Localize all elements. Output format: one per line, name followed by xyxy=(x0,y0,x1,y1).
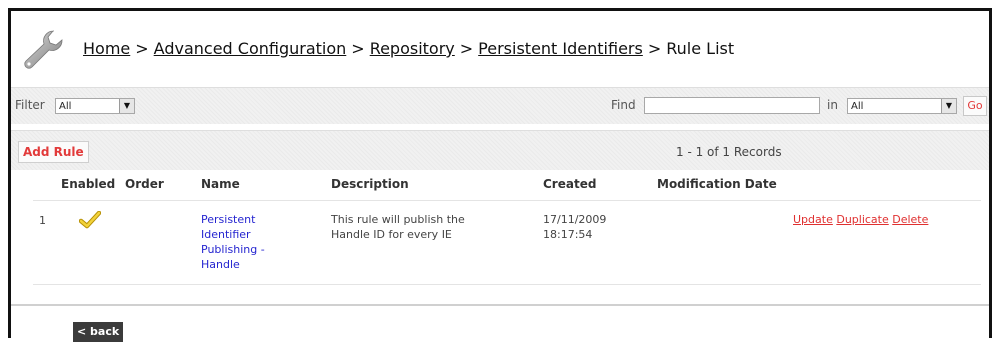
row-actions: Update Duplicate Delete xyxy=(793,212,928,227)
breadcrumb-home[interactable]: Home xyxy=(83,39,130,58)
action-bar: Add Rule 1 - 1 of 1 Records xyxy=(11,130,989,170)
checkmark-icon xyxy=(79,211,101,229)
in-label: in xyxy=(827,98,838,112)
delete-link[interactable]: Delete xyxy=(892,213,928,226)
breadcrumb-current: Rule List xyxy=(666,39,735,58)
filter-bar: Filter All ▼ Find in All ▼ Go xyxy=(11,87,989,124)
rule-description: This rule will publish the Handle ID for… xyxy=(331,212,531,242)
description-line: This rule will publish the xyxy=(331,213,465,226)
in-select[interactable]: All ▼ xyxy=(847,98,957,114)
rule-name-line: Publishing - xyxy=(201,243,265,256)
find-label: Find xyxy=(611,98,636,112)
breadcrumb-separator: > xyxy=(351,39,365,58)
breadcrumb: Home > Advanced Configuration > Repository > P… xyxy=(83,39,734,58)
header-modification-date: Modification Date xyxy=(657,177,777,191)
wrench-icon xyxy=(24,30,63,69)
chevron-down-icon: ▼ xyxy=(941,99,956,113)
description-line: Handle ID for every IE xyxy=(331,228,452,241)
row-divider xyxy=(33,284,981,285)
breadcrumb-advanced-configuration[interactable]: Advanced Configuration xyxy=(154,39,347,58)
header-enabled: Enabled xyxy=(61,177,116,191)
page-header: Home > Advanced Configuration > Repository > P… xyxy=(21,27,981,71)
breadcrumb-repository[interactable]: Repository xyxy=(370,39,455,58)
rule-name-line: Handle xyxy=(201,258,240,271)
header-created: Created xyxy=(543,177,597,191)
chevron-down-icon: ▼ xyxy=(119,99,134,113)
in-select-value: All xyxy=(851,101,864,112)
header-name: Name xyxy=(201,177,240,191)
rule-name-link[interactable]: Persistent Identifier Publishing - Handl… xyxy=(201,212,311,272)
filter-select-value: All xyxy=(59,101,72,112)
add-rule-button[interactable]: Add Rule xyxy=(18,141,89,163)
breadcrumb-separator: > xyxy=(647,39,662,58)
section-divider xyxy=(11,304,989,306)
go-button[interactable]: Go xyxy=(963,96,987,116)
records-count: 1 - 1 of 1 Records xyxy=(676,145,782,159)
back-button[interactable]: < back xyxy=(73,322,124,342)
header-description: Description xyxy=(331,177,409,191)
find-input[interactable] xyxy=(644,97,820,114)
main-frame: Home > Advanced Configuration > Repository > P… xyxy=(8,8,992,342)
created-time: 18:17:54 xyxy=(543,228,593,241)
header-divider xyxy=(33,200,981,201)
rule-created: 17/11/2009 18:17:54 xyxy=(543,212,643,242)
created-date: 17/11/2009 xyxy=(543,213,607,226)
rule-name-line: Persistent xyxy=(201,213,256,226)
rule-name-line: Identifier xyxy=(201,228,251,241)
breadcrumb-separator: > xyxy=(135,39,149,58)
breadcrumb-separator: > xyxy=(459,39,474,58)
header-order: Order xyxy=(125,177,164,191)
duplicate-link[interactable]: Duplicate xyxy=(836,213,888,226)
update-link[interactable]: Update xyxy=(793,213,833,226)
row-index: 1 xyxy=(39,214,46,227)
filter-label: Filter xyxy=(15,98,45,112)
breadcrumb-persistent-identifiers[interactable]: Persistent Identifiers xyxy=(478,39,643,58)
filter-select[interactable]: All ▼ xyxy=(55,98,135,114)
